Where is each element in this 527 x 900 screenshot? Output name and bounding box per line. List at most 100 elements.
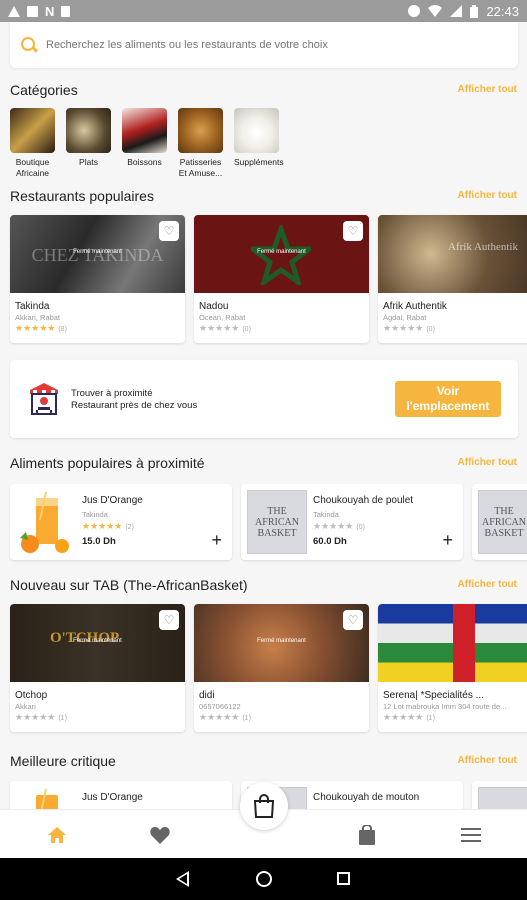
flag-stripe <box>453 604 475 682</box>
battery-icon <box>470 4 479 18</box>
nearby-title: Trouver à proximité <box>71 388 153 399</box>
restaurant-location: 0657066122 <box>199 702 241 711</box>
review-count: (1) <box>58 715 67 722</box>
restaurant-card[interactable]: O'TCHOP Fermé maintenant ♡ Otchop Akkari… <box>10 604 185 732</box>
favorite-heart-icon[interactable]: ♡ <box>343 221 363 241</box>
food-restaurant: Takinda <box>313 510 339 519</box>
restaurant-image: CHEZ TAKINDA Fermé maintenant ♡ <box>10 215 185 293</box>
popular-foods-title: Aliments populaires à proximité <box>10 455 205 471</box>
category-label: Boutique Africaine <box>15 157 50 178</box>
add-to-cart-icon[interactable]: + <box>211 531 222 549</box>
restaurant-image-text: Afrik Authentik <box>448 241 518 253</box>
restaurant-location: Ocean, Rabat <box>199 313 246 322</box>
category-item[interactable]: Plats <box>66 108 111 179</box>
restaurant-card[interactable]: Afrik Authentik ♡ Afrik Authentik Agdal,… <box>378 215 527 343</box>
closed-label: Fermé maintenant <box>257 249 306 255</box>
restaurant-name: Takinda <box>15 301 50 312</box>
image-icon <box>27 5 38 17</box>
food-name: Jus D'Orange <box>82 495 143 506</box>
review-count: (1) <box>426 715 435 722</box>
popular-restaurants-title: Restaurants populaires <box>10 188 154 204</box>
orange-juice-image <box>20 491 69 553</box>
favorite-heart-icon[interactable]: ♡ <box>159 610 179 630</box>
restaurant-card[interactable]: CHEZ TAKINDA Fermé maintenant ♡ Takinda … <box>10 215 185 343</box>
restaurant-location: Agdal, Rabat <box>383 313 427 322</box>
back-icon[interactable] <box>176 871 189 887</box>
restaurant-location: 12 Lot mabrouka Imm 304 route de... <box>383 702 507 711</box>
category-item[interactable]: Boutique Africaine <box>10 108 55 179</box>
restaurant-name: Serena| *Specialités ... <box>383 690 484 701</box>
favorites-icon[interactable] <box>149 824 171 846</box>
rating-stars: ★★★★★ (1) <box>199 712 251 722</box>
search-bar[interactable] <box>10 22 518 68</box>
best-reviews-see-all-link[interactable]: Afficher tout <box>458 755 517 766</box>
clock: 22:43 <box>486 3 519 19</box>
category-item[interactable]: Boissons <box>122 108 167 179</box>
food-restaurant: Takinda <box>82 510 108 519</box>
recent-apps-icon[interactable] <box>337 872 350 885</box>
popular-foods-see-all-link[interactable]: Afficher tout <box>458 457 517 468</box>
categories-title: Catégories <box>10 82 78 98</box>
category-thumbnail <box>234 108 279 153</box>
review-count: (0) <box>426 326 435 333</box>
n-icon: N <box>45 3 55 19</box>
add-to-cart-icon[interactable]: + <box>442 531 453 549</box>
system-navigation-bar <box>0 858 527 900</box>
new-on-tab-see-all-link[interactable]: Afficher tout <box>458 579 517 590</box>
rating-stars: ★★★★★ (0) <box>383 323 435 333</box>
popular-restaurants-see-all-link[interactable]: Afficher tout <box>458 190 517 201</box>
review-count: (8) <box>58 326 67 333</box>
african-basket-logo: THE AFRICAN BASKET <box>478 490 527 554</box>
category-label: Boissons <box>127 157 162 167</box>
favorite-heart-icon[interactable]: ♡ <box>343 610 363 630</box>
restaurant-card[interactable]: Fermé maintenant ♡ didi 0657066122 ★★★★★… <box>194 604 369 732</box>
rating-stars: ★★★★★ (1) <box>15 712 67 722</box>
rating-stars: ★★★★★ (8) <box>15 323 67 333</box>
rating-stars: ★★★★★ (1) <box>383 712 435 722</box>
review-count: (0) <box>242 326 251 333</box>
food-price: 60.0 Dh <box>313 536 347 547</box>
category-label: Patisseries Et Amuse... <box>178 157 223 178</box>
restaurant-image <box>378 604 527 682</box>
closed-label: Fermé maintenant <box>73 249 122 255</box>
sd-card-icon <box>61 5 71 17</box>
popular-foods-list: Jus D'Orange Takinda ★★★★★ (2) 15.0 Dh + … <box>10 484 527 560</box>
closed-label: Fermé maintenant <box>73 638 122 644</box>
closed-label: Fermé maintenant <box>257 638 306 644</box>
restaurant-card[interactable]: Serena| *Specialités ... 12 Lot mabrouka… <box>378 604 527 732</box>
star-logo-icon <box>251 225 311 285</box>
food-name: Jus D'Orange <box>82 792 143 803</box>
search-input[interactable] <box>46 39 486 51</box>
popular-restaurants-list: CHEZ TAKINDA Fermé maintenant ♡ Takinda … <box>10 215 527 343</box>
favorite-heart-icon[interactable]: ♡ <box>159 221 179 241</box>
category-label: Suppléments <box>234 157 284 167</box>
home-circle-icon[interactable] <box>256 871 272 887</box>
view-location-button[interactable]: Voir l'emplacement <box>395 381 501 417</box>
category-item[interactable]: Suppléments <box>234 108 284 179</box>
food-card[interactable]: THE AFRICAN BASKET <box>472 484 527 560</box>
dnd-icon <box>408 5 421 17</box>
review-count: (0) <box>356 524 365 531</box>
rating-stars: ★★★★★ (2) <box>82 521 134 531</box>
review-count: (2) <box>125 524 134 531</box>
restaurant-name: Otchop <box>15 690 48 701</box>
food-card[interactable]: THE AFRICAN BASKET Choukouyah de poulet … <box>241 484 463 560</box>
review-count: (1) <box>242 715 251 722</box>
menu-icon[interactable] <box>460 824 482 846</box>
home-icon[interactable] <box>46 824 68 846</box>
restaurant-card[interactable]: Fermé maintenant ♡ Nadou Ocean, Rabat ★★… <box>194 215 369 343</box>
category-item[interactable]: Patisseries Et Amuse... <box>178 108 223 179</box>
rating-stars: ★★★★★ (0) <box>313 521 365 531</box>
restaurant-name: didi <box>199 690 215 701</box>
restaurant-name: Nadou <box>199 301 229 312</box>
signal-icon <box>450 5 463 17</box>
category-thumbnail <box>66 108 111 153</box>
categories-see-all-link[interactable]: Afficher tout <box>458 84 517 95</box>
nearby-banner: Trouver à proximité Restaurant près de c… <box>10 360 518 438</box>
food-card[interactable]: Jus D'Orange Takinda ★★★★★ (2) 15.0 Dh + <box>10 484 232 560</box>
food-price: 15.0 Dh <box>82 536 116 547</box>
restaurant-image: Fermé maintenant ♡ <box>194 215 369 293</box>
category-thumbnail <box>10 108 55 153</box>
cart-icon[interactable] <box>240 782 288 830</box>
orders-icon[interactable] <box>356 824 378 846</box>
